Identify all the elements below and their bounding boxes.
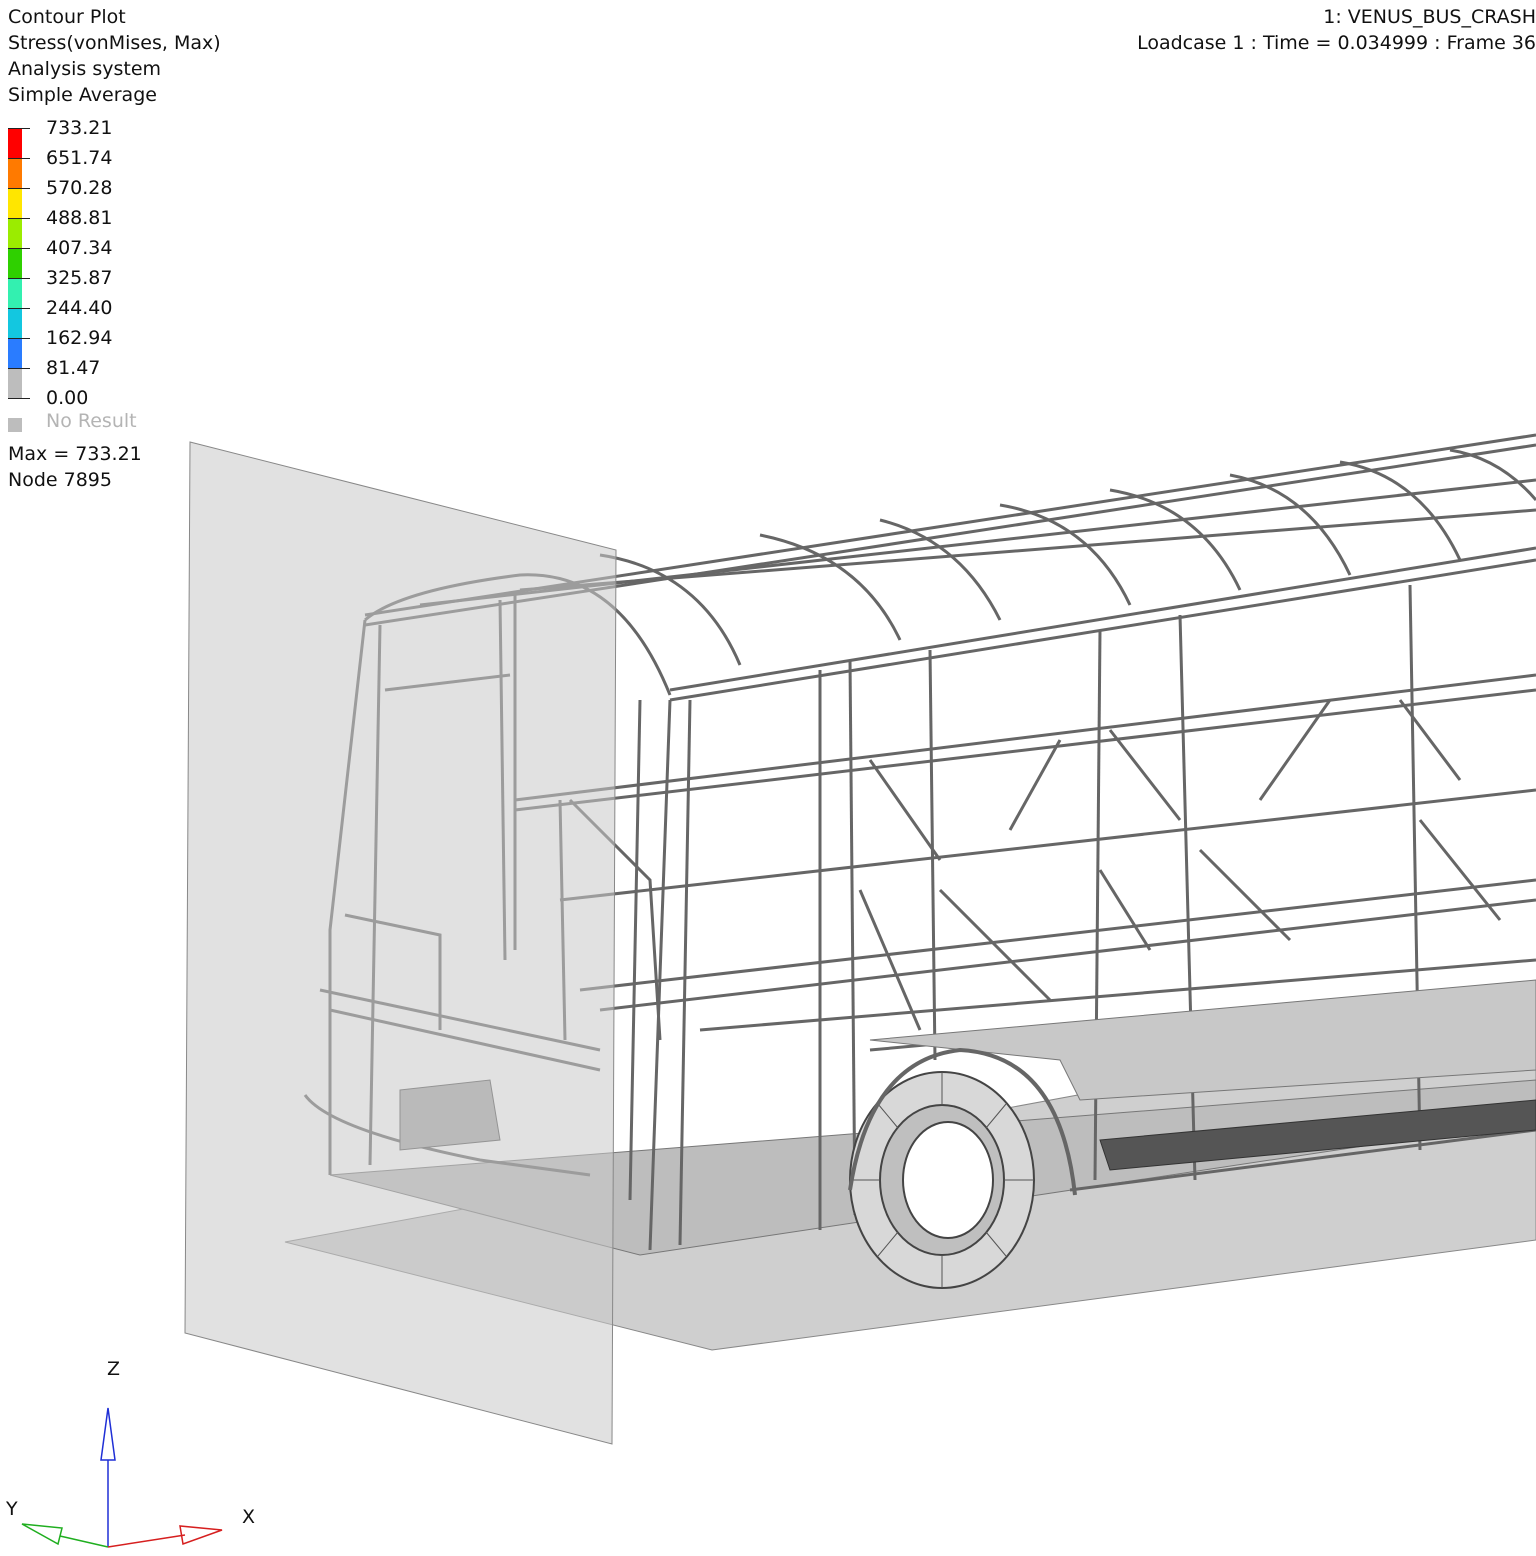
model-title-block: 1: VENUS_BUS_CRASH Loadcase 1 : Time = 0… [1137,4,1536,56]
y-axis-label: Y [6,1498,18,1520]
x-axis-arrow-icon [179,1525,223,1546]
legend-tick [8,308,30,309]
no-result-label: No Result [46,410,137,432]
plot-title: Contour Plot [8,6,126,28]
legend-tick [8,128,30,129]
legend-band [8,368,22,398]
legend-tick [8,158,30,159]
legend-tick [8,368,30,369]
legend-tick [8,218,30,219]
legend-value-label: 570.28 [46,177,113,199]
max-value: Max = 733.21 [8,443,142,465]
legend-value-label: 325.87 [46,267,113,289]
max-info: Max = 733.21 Node 7895 [8,441,142,493]
legend-value-label: 244.40 [46,297,113,319]
z-axis-label: Z [107,1358,121,1380]
legend-value-label: 733.21 [46,117,113,139]
model-viewport[interactable] [0,0,1536,1552]
legend-band [8,278,22,308]
x-axis-label: X [242,1506,256,1528]
no-result-swatch [8,418,22,432]
legend-value-label: 488.81 [46,207,113,229]
legend-tick [8,278,30,279]
x-axis-line [107,1534,186,1548]
plot-info-panel: Contour Plot Stress(vonMises, Max) Analy… [8,4,221,108]
legend-band [8,158,22,188]
averaging-method: Simple Average [8,84,157,106]
legend-value-label: 81.47 [46,357,101,379]
y-axis-line [59,1535,109,1548]
legend-tick [8,188,30,189]
legend-value-label: 0.00 [46,387,89,409]
coordinate-system: Analysis system [8,58,162,80]
triad-graphic [21,1407,223,1548]
rigid-wall-barrier [184,441,617,1445]
axis-triad[interactable]: Z Y X [0,1350,280,1552]
legend-value-label: 407.34 [46,237,113,259]
model-name: 1: VENUS_BUS_CRASH [1323,6,1536,28]
legend-band [8,128,22,158]
legend-tick [8,338,30,339]
legend-tick [8,248,30,249]
legend-value-label: 162.94 [46,327,113,349]
result-type: Stress(vonMises, Max) [8,32,221,54]
loadcase-info: Loadcase 1 : Time = 0.034999 : Frame 36 [1137,32,1536,54]
legend-value-label: 651.74 [46,147,113,169]
legend-band [8,338,22,368]
legend-band [8,188,22,218]
legend-band [8,248,22,278]
y-axis-arrow-icon [21,1523,63,1546]
legend-color-bar [8,128,22,398]
max-node: Node 7895 [8,469,112,491]
legend-band [8,218,22,248]
legend-band [8,308,22,338]
legend-tick [8,398,30,399]
z-axis-arrow-icon [100,1407,116,1461]
